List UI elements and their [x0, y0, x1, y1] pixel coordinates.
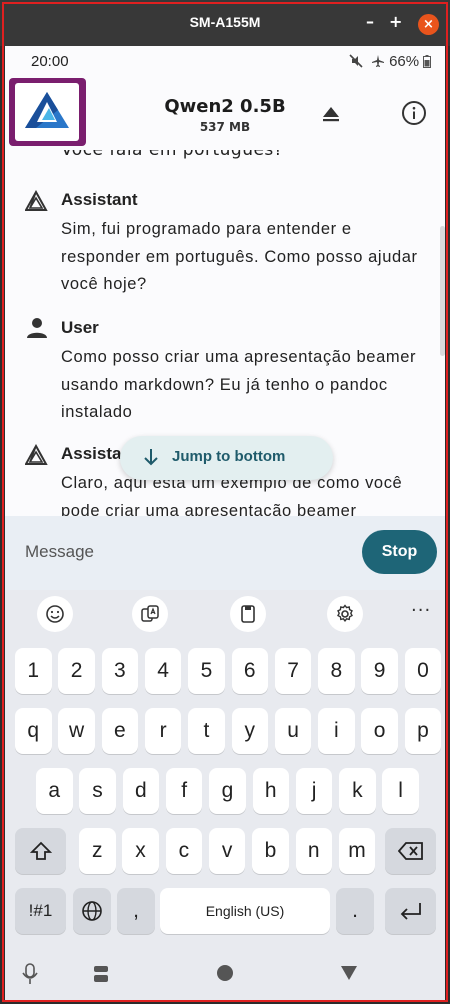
key-l[interactable]: l	[382, 768, 419, 814]
key-c[interactable]: c	[165, 828, 203, 874]
recent-apps-icon[interactable]	[93, 965, 109, 983]
battery-percent: 66%	[389, 53, 420, 70]
info-button[interactable]	[401, 100, 427, 126]
key-6[interactable]: 6	[231, 648, 268, 694]
arrow-down-icon	[144, 449, 158, 466]
key-7[interactable]: 7	[274, 648, 312, 694]
key-0[interactable]: 0	[404, 648, 442, 694]
backspace-icon	[397, 842, 423, 860]
period-key[interactable]: .	[336, 888, 374, 934]
key-g[interactable]: g	[209, 768, 246, 814]
key-v[interactable]: v	[208, 828, 246, 874]
language-key[interactable]	[73, 888, 111, 934]
clipboard-button[interactable]	[230, 596, 266, 632]
ai-writing-button[interactable]	[132, 596, 168, 632]
key-f[interactable]: f	[165, 768, 203, 814]
eject-icon	[323, 107, 339, 122]
emoji-icon	[46, 605, 64, 623]
enter-icon	[400, 903, 421, 920]
key-b[interactable]: b	[252, 828, 289, 874]
close-window-button[interactable]: ×	[418, 14, 439, 35]
airplane-mode-icon	[372, 55, 385, 67]
gear-icon	[337, 604, 353, 623]
home-icon[interactable]	[216, 964, 234, 982]
key-d[interactable]: d	[122, 768, 160, 814]
key-j[interactable]: j	[295, 768, 333, 814]
ai-writing-icon	[141, 605, 159, 622]
emulator-window: SM-A155M – + × 20:00 66% Qwen2 0.5B 537 …	[0, 0, 450, 1004]
message-input[interactable]	[25, 530, 355, 574]
key-u[interactable]: u	[274, 708, 312, 754]
user-avatar-icon	[27, 318, 47, 338]
shift-key[interactable]	[15, 828, 66, 874]
backspace-key[interactable]	[385, 828, 436, 874]
key-x[interactable]: x	[122, 828, 159, 874]
space-key[interactable]: English (US)	[160, 888, 330, 934]
scrollbar[interactable]	[440, 226, 445, 356]
keyboard-more-button[interactable]: ···	[411, 600, 431, 621]
key-o[interactable]: o	[361, 708, 398, 754]
key-8[interactable]: 8	[318, 648, 355, 694]
minimize-button[interactable]: –	[366, 12, 374, 31]
key-r[interactable]: r	[144, 708, 182, 754]
back-icon[interactable]	[340, 965, 358, 981]
jump-to-bottom-label: Jump to bottom	[172, 448, 286, 465]
stop-button[interactable]: Stop	[362, 530, 437, 574]
keyboard-settings-button[interactable]	[327, 596, 363, 632]
battery-icon	[423, 55, 431, 68]
key-h[interactable]: h	[252, 768, 289, 814]
key-k[interactable]: k	[339, 768, 376, 814]
message-sender: User	[61, 318, 99, 337]
maximize-button[interactable]: +	[389, 12, 402, 31]
message-text: Sim, fui programado para entender e resp…	[61, 220, 418, 293]
status-icons: 66%	[349, 53, 431, 70]
comma-key[interactable]: ,	[117, 888, 155, 934]
symbols-key[interactable]: !#1	[15, 888, 66, 934]
clipboard-icon	[241, 605, 255, 623]
eject-model-button[interactable]	[319, 102, 343, 126]
assistant-avatar-icon	[25, 444, 48, 465]
navigation-bar	[5, 952, 445, 998]
enter-key[interactable]	[385, 888, 436, 934]
message-text: Como posso criar uma apresentação beamer…	[61, 348, 417, 421]
key-z[interactable]: z	[79, 828, 116, 874]
shift-icon	[29, 841, 52, 860]
message-composer: Stop	[5, 516, 445, 590]
key-5[interactable]: 5	[188, 648, 225, 694]
app-bar: Qwen2 0.5B 537 MB	[5, 78, 445, 150]
globe-icon	[82, 901, 102, 921]
key-e[interactable]: e	[101, 708, 139, 754]
app-logo	[9, 78, 86, 146]
mute-icon	[349, 54, 363, 68]
key-m[interactable]: m	[338, 828, 376, 874]
key-a[interactable]: a	[36, 768, 73, 814]
info-icon	[402, 101, 426, 125]
on-screen-keyboard: ··· 1234567890 qwertyuiop asdfghjkl zxcvbnm…	[5, 590, 445, 1000]
phone-screen: 20:00 66% Qwen2 0.5B 537 MB Você fala em…	[5, 46, 445, 1000]
key-s[interactable]: s	[79, 768, 116, 814]
key-w[interactable]: w	[58, 708, 95, 754]
partial-message: Você fala em português?	[61, 150, 284, 160]
status-time: 20:00	[31, 53, 69, 70]
key-y[interactable]: y	[231, 708, 268, 754]
microphone-icon[interactable]	[22, 963, 38, 985]
key-n[interactable]: n	[295, 828, 332, 874]
key-1[interactable]: 1	[15, 648, 52, 694]
key-i[interactable]: i	[318, 708, 355, 754]
key-3[interactable]: 3	[101, 648, 139, 694]
key-p[interactable]: p	[404, 708, 442, 754]
window-titlebar: SM-A155M – + ×	[0, 0, 450, 46]
key-2[interactable]: 2	[58, 648, 95, 694]
key-q[interactable]: q	[15, 708, 52, 754]
status-bar: 20:00 66%	[5, 46, 445, 78]
key-4[interactable]: 4	[144, 648, 182, 694]
key-9[interactable]: 9	[361, 648, 398, 694]
emoji-button[interactable]	[37, 596, 73, 632]
assistant-avatar-icon	[25, 190, 48, 211]
key-t[interactable]: t	[188, 708, 225, 754]
keyboard-toolbar: ···	[5, 590, 445, 638]
jump-to-bottom-button[interactable]: Jump to bottom	[120, 436, 333, 480]
window-title: SM-A155M	[189, 14, 261, 30]
message-sender: Assistant	[61, 190, 138, 209]
